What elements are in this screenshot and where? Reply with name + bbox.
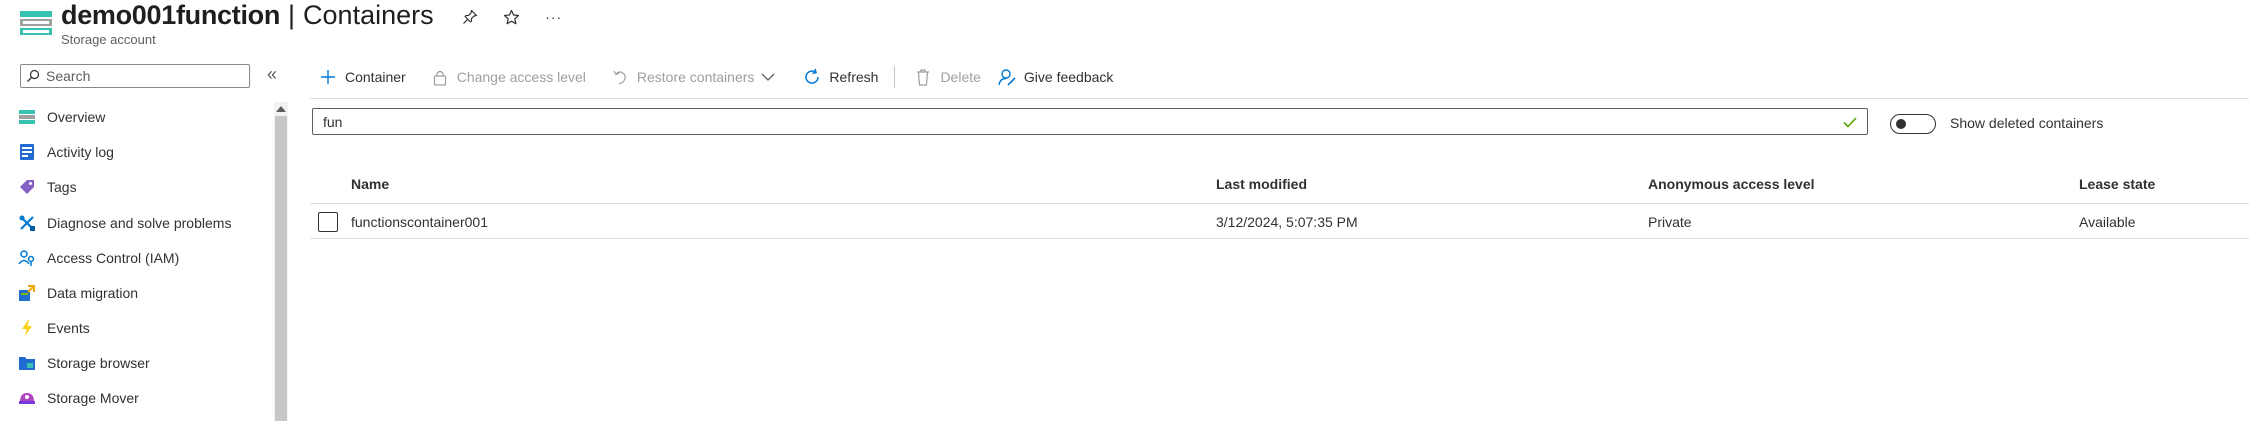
change-access-level-button[interactable]: Change access level bbox=[430, 64, 586, 90]
sidebar-item-storage-mover[interactable]: Storage Mover bbox=[18, 383, 139, 413]
container-filter-input[interactable] bbox=[321, 112, 1841, 131]
storage-account-icon bbox=[19, 8, 53, 38]
sidebar-item-data-migration[interactable]: Data migration bbox=[18, 278, 138, 308]
restore-containers-button[interactable]: Restore containers bbox=[610, 64, 779, 90]
column-header-last-modified[interactable]: Last modified bbox=[1216, 176, 1307, 192]
undo-icon bbox=[610, 67, 630, 87]
feedback-icon bbox=[997, 67, 1017, 87]
checkmark-icon bbox=[1843, 116, 1857, 128]
data-migration-icon bbox=[18, 284, 36, 302]
resource-type-subtitle: Storage account bbox=[61, 32, 156, 47]
page-header: demo001function | Containers ··· Storage… bbox=[0, 0, 2249, 60]
title-separator: | bbox=[288, 0, 296, 30]
diagnose-icon bbox=[18, 214, 36, 232]
resource-menu: « Overview Activity log Tags Diagnose an… bbox=[0, 62, 290, 421]
activity-log-icon bbox=[18, 143, 36, 161]
toolbar-divider bbox=[894, 66, 896, 88]
show-deleted-containers-toggle[interactable] bbox=[1890, 114, 1936, 134]
tag-icon bbox=[18, 178, 36, 196]
trash-icon bbox=[913, 67, 933, 87]
menu-search-input[interactable] bbox=[44, 67, 248, 85]
star-icon[interactable] bbox=[502, 7, 522, 27]
search-icon bbox=[27, 69, 40, 82]
storage-browser-icon bbox=[18, 354, 36, 372]
row-divider bbox=[310, 238, 2249, 239]
access-level-cell: Private bbox=[1648, 214, 1692, 230]
give-feedback-button[interactable]: Give feedback bbox=[997, 64, 1114, 90]
add-container-label: Container bbox=[345, 69, 406, 85]
refresh-label: Refresh bbox=[829, 69, 879, 85]
toolbar-divider-line bbox=[310, 98, 2249, 99]
more-options-icon[interactable]: ··· bbox=[544, 7, 564, 27]
container-name-cell[interactable]: functionscontainer001 bbox=[351, 214, 488, 230]
page-name: Containers bbox=[303, 0, 434, 30]
refresh-icon bbox=[802, 67, 822, 87]
sidebar-item-activity-log[interactable]: Activity log bbox=[18, 137, 114, 167]
access-control-icon bbox=[18, 249, 36, 267]
pin-icon[interactable] bbox=[460, 7, 480, 27]
sidebar-item-storage-browser[interactable]: Storage browser bbox=[18, 348, 150, 378]
command-bar: Container Change access level Restore co… bbox=[318, 64, 1137, 90]
refresh-button[interactable]: Refresh bbox=[802, 64, 878, 90]
lock-icon bbox=[430, 67, 450, 87]
storage-overview-icon bbox=[18, 108, 36, 126]
sidebar-item-access-control[interactable]: Access Control (IAM) bbox=[18, 243, 179, 273]
row-select-checkbox[interactable] bbox=[318, 212, 338, 232]
lease-state-cell: Available bbox=[2079, 214, 2136, 230]
menu-scrollbar[interactable] bbox=[274, 102, 288, 421]
sidebar-item-label: Overview bbox=[47, 109, 106, 125]
sidebar-item-label: Tags bbox=[47, 179, 77, 195]
show-deleted-containers-label: Show deleted containers bbox=[1950, 115, 2104, 131]
sidebar-item-label: Activity log bbox=[47, 144, 114, 160]
chevron-down-icon bbox=[758, 67, 778, 87]
scrollbar-thumb[interactable] bbox=[275, 116, 287, 421]
restore-containers-label: Restore containers bbox=[636, 69, 755, 85]
change-access-level-label: Change access level bbox=[456, 69, 586, 85]
toggle-knob bbox=[1896, 119, 1906, 129]
sidebar-item-tags[interactable]: Tags bbox=[18, 172, 77, 202]
column-header-access-level[interactable]: Anonymous access level bbox=[1648, 176, 1815, 192]
menu-search-box[interactable] bbox=[20, 64, 250, 88]
header-divider bbox=[310, 203, 2249, 204]
column-header-lease-state[interactable]: Lease state bbox=[2079, 176, 2155, 192]
sidebar-item-overview[interactable]: Overview bbox=[18, 102, 105, 132]
give-feedback-label: Give feedback bbox=[1023, 69, 1114, 85]
sidebar-item-label: Data migration bbox=[47, 285, 139, 301]
plus-icon bbox=[318, 67, 338, 87]
storage-mover-icon bbox=[18, 389, 36, 407]
sidebar-item-label: Storage browser bbox=[47, 355, 150, 371]
delete-label: Delete bbox=[940, 69, 981, 85]
sidebar-item-events[interactable]: Events bbox=[18, 313, 90, 343]
sidebar-item-diagnose[interactable]: Diagnose and solve problems bbox=[18, 208, 231, 238]
collapse-menu-icon[interactable]: « bbox=[262, 65, 282, 85]
sidebar-item-label: Diagnose and solve problems bbox=[47, 215, 232, 231]
last-modified-cell: 3/12/2024, 5:07:35 PM bbox=[1216, 214, 1358, 230]
column-header-name[interactable]: Name bbox=[351, 176, 389, 192]
lightning-icon bbox=[18, 319, 36, 337]
resource-name: demo001function bbox=[61, 0, 281, 30]
scroll-up-arrow-icon[interactable] bbox=[276, 106, 286, 112]
add-container-button[interactable]: Container bbox=[318, 64, 406, 90]
sidebar-item-label: Storage Mover bbox=[47, 390, 139, 406]
delete-button[interactable]: Delete bbox=[913, 64, 981, 90]
sidebar-item-label: Events bbox=[47, 320, 90, 336]
page-title: demo001function | Containers ··· bbox=[61, 0, 564, 31]
container-filter-box[interactable] bbox=[312, 108, 1868, 135]
sidebar-item-label: Access Control (IAM) bbox=[47, 250, 180, 266]
